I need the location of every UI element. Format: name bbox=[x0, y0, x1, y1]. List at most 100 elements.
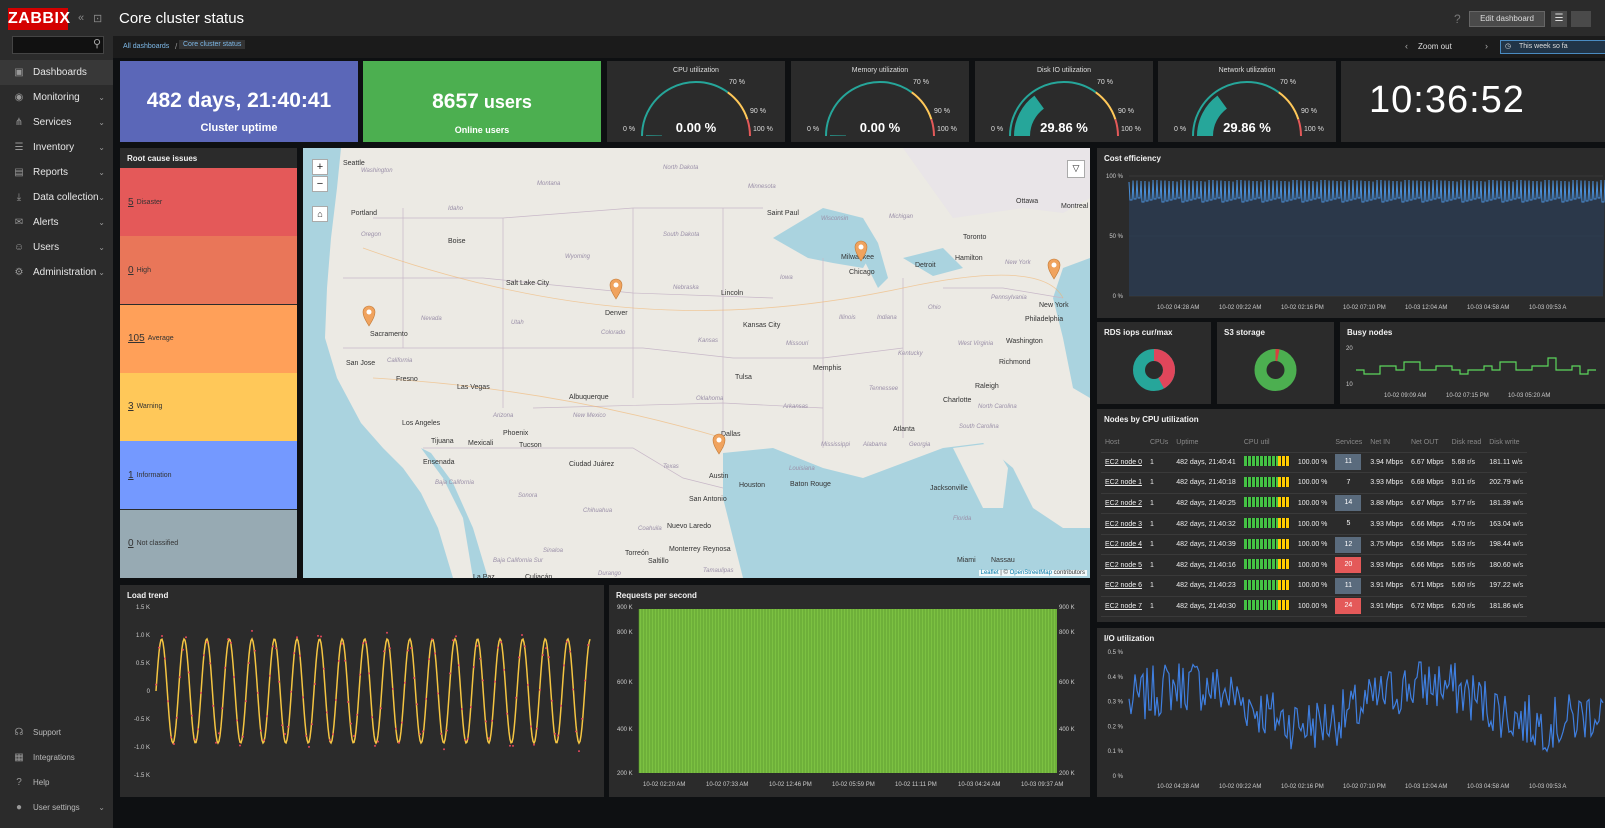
sidebar-item-help[interactable]: ? Help bbox=[0, 770, 113, 795]
severity-count[interactable]: 1 bbox=[128, 470, 134, 481]
map-marker-icon[interactable] bbox=[362, 305, 376, 327]
time-forward-icon[interactable]: › bbox=[1485, 41, 1488, 51]
node-services[interactable]: 5 bbox=[1335, 516, 1361, 532]
column-header[interactable]: Disk read bbox=[1447, 434, 1486, 453]
online-users-tile: 8657 users Online users bbox=[363, 61, 601, 142]
node-host-link[interactable]: EC2 node 2 bbox=[1101, 493, 1146, 515]
map-marker-icon[interactable] bbox=[609, 278, 623, 300]
load-trend-point bbox=[437, 692, 439, 695]
help-icon[interactable]: ? bbox=[1454, 12, 1461, 26]
map-city-label: Memphis bbox=[813, 365, 842, 372]
node-services[interactable]: 14 bbox=[1335, 495, 1362, 512]
sidebar-item-dashboards[interactable]: ▣ Dashboards bbox=[0, 60, 113, 85]
collapse-sidebar-icon[interactable]: « bbox=[78, 12, 84, 24]
node-disk-read: 5.65 r/s bbox=[1447, 554, 1486, 577]
breadcrumb-current[interactable]: Core cluster status bbox=[179, 40, 246, 49]
severity-row-not-classified[interactable]: 0 Not classified bbox=[120, 509, 297, 578]
page-title: Core cluster status bbox=[119, 10, 245, 27]
sidebar-item-user-settings[interactable]: ● User settings ⌄ bbox=[0, 795, 113, 820]
map-state-label: Washington bbox=[361, 168, 393, 174]
column-header[interactable]: Net OUT bbox=[1406, 434, 1448, 453]
severity-row-warning[interactable]: 3 Warning bbox=[120, 372, 297, 441]
chevron-down-icon: ⌄ bbox=[98, 143, 105, 152]
node-services[interactable]: 7 bbox=[1335, 475, 1361, 491]
filter-icon[interactable]: ▽ bbox=[1067, 160, 1085, 178]
node-host-link[interactable]: EC2 node 6 bbox=[1101, 575, 1146, 597]
home-icon[interactable]: ⌂ bbox=[312, 206, 328, 222]
leaflet-link[interactable]: Leaflet bbox=[981, 570, 999, 576]
severity-count[interactable]: 0 bbox=[128, 265, 134, 276]
column-header[interactable]: Disk write bbox=[1485, 434, 1528, 453]
sidebar-item-users[interactable]: ☺ Users ⌄ bbox=[0, 235, 113, 260]
time-back-icon[interactable]: ‹ bbox=[1405, 41, 1408, 51]
dashboard-menu-icon[interactable]: ☰ bbox=[1551, 11, 1567, 27]
kiosk-toggle-button[interactable] bbox=[1571, 11, 1591, 27]
column-header[interactable]: Uptime bbox=[1172, 434, 1240, 453]
severity-count[interactable]: 105 bbox=[128, 333, 145, 344]
map-city-label: Albuquerque bbox=[569, 394, 609, 401]
table-row: EC2 node 2 1 482 days, 21:40:25 100.00 % 14 3… bbox=[1101, 493, 1528, 515]
severity-count[interactable]: 3 bbox=[128, 401, 134, 412]
sidebar-search-input[interactable] bbox=[12, 36, 104, 54]
cpu-util-bar bbox=[1243, 538, 1290, 549]
sidebar-item-integrations[interactable]: ▦ Integrations bbox=[0, 745, 113, 770]
gauge-widget: Disk IO utilization 29.86 % 0 % 100 % 70 % 90… bbox=[975, 61, 1153, 142]
node-host-link[interactable]: EC2 node 7 bbox=[1101, 596, 1146, 618]
column-header[interactable]: Host bbox=[1101, 434, 1146, 453]
column-header[interactable]: CPUs bbox=[1145, 434, 1173, 453]
map-zoom-out-button[interactable]: − bbox=[312, 176, 328, 192]
sidebar-item-administration[interactable]: ⚙ Administration ⌄ bbox=[0, 260, 113, 285]
severity-row-average[interactable]: 105 Average bbox=[120, 304, 297, 373]
breadcrumb-all-dashboards[interactable]: All dashboards bbox=[123, 43, 169, 50]
node-host-link[interactable]: EC2 node 0 bbox=[1101, 452, 1146, 474]
node-net-in: 3.93 Mbps bbox=[1366, 513, 1407, 535]
zoom-out-button[interactable]: Zoom out bbox=[1418, 42, 1452, 51]
table-row: EC2 node 0 1 482 days, 21:40:41 100.00 % 11 3… bbox=[1101, 452, 1528, 474]
table-row: EC2 node 3 1 482 days, 21:40:32 100.00 % 5 3.… bbox=[1101, 513, 1528, 535]
map-state-label: Wyoming bbox=[565, 254, 591, 260]
edit-dashboard-button[interactable]: Edit dashboard bbox=[1469, 11, 1545, 27]
io-x-tick: 10-02 04:28 AM bbox=[1157, 784, 1199, 790]
sidebar-item-data-collection[interactable]: ⤓ Data collection ⌄ bbox=[0, 185, 113, 210]
column-header[interactable]: CPU util bbox=[1239, 434, 1294, 453]
map-marker-icon[interactable] bbox=[1047, 258, 1061, 280]
search-icon[interactable]: ⚲ bbox=[93, 37, 101, 50]
node-host-link[interactable]: EC2 node 1 bbox=[1101, 472, 1146, 494]
load-y-tick: -1.5 K bbox=[134, 773, 150, 779]
sidebar-item-services[interactable]: ⋔ Services ⌄ bbox=[0, 110, 113, 135]
node-host-link[interactable]: EC2 node 4 bbox=[1101, 534, 1146, 556]
time-range-button[interactable]: ◷ This week so fa bbox=[1500, 40, 1605, 54]
map-marker-icon[interactable] bbox=[712, 433, 726, 455]
osm-link[interactable]: OpenStreetMap bbox=[1010, 570, 1052, 576]
sidebar-item-reports[interactable]: ▤ Reports ⌄ bbox=[0, 160, 113, 185]
load-trend-point bbox=[323, 667, 325, 670]
sidebar-item-support[interactable]: ☊ Support bbox=[0, 720, 113, 745]
severity-row-high[interactable]: 0 High bbox=[120, 236, 297, 305]
node-services[interactable]: 24 bbox=[1335, 598, 1362, 615]
map-marker-icon[interactable] bbox=[854, 240, 868, 262]
severity-row-disaster[interactable]: 5 Disaster bbox=[120, 168, 297, 236]
column-header[interactable]: Services bbox=[1331, 434, 1367, 453]
map-city-label: Salt Lake City bbox=[506, 280, 550, 287]
nodes-title: Nodes by CPU utilization bbox=[1104, 415, 1199, 424]
column-header[interactable] bbox=[1293, 434, 1332, 453]
column-header[interactable]: Net IN bbox=[1366, 434, 1407, 453]
load-trend-point bbox=[404, 681, 406, 684]
node-host-link[interactable]: EC2 node 3 bbox=[1101, 513, 1146, 535]
node-services[interactable]: 12 bbox=[1335, 536, 1362, 553]
sidebar-item-inventory[interactable]: ☰ Inventory ⌄ bbox=[0, 135, 113, 160]
sidebar-item-monitoring[interactable]: ◉ Monitoring ⌄ bbox=[0, 85, 113, 110]
map-zoom-in-button[interactable]: + bbox=[312, 159, 328, 175]
node-services[interactable]: 11 bbox=[1335, 454, 1362, 471]
sidebar-item-alerts[interactable]: ✉ Alerts ⌄ bbox=[0, 210, 113, 235]
severity-count[interactable]: 0 bbox=[128, 538, 134, 549]
geomap-widget[interactable]: Washington Oregon Idaho Montana Wyoming Nevad… bbox=[303, 148, 1090, 578]
node-services[interactable]: 11 bbox=[1335, 577, 1362, 594]
severity-count[interactable]: 5 bbox=[128, 197, 134, 208]
kiosk-mode-icon[interactable]: ⊡ bbox=[93, 12, 102, 25]
node-host-link[interactable]: EC2 node 5 bbox=[1101, 554, 1146, 577]
node-services[interactable]: 20 bbox=[1335, 557, 1362, 574]
node-disk-write: 181.39 w/s bbox=[1485, 493, 1528, 515]
severity-row-information[interactable]: 1 Information bbox=[120, 441, 297, 510]
zabbix-logo[interactable]: ZABBIX bbox=[8, 8, 70, 30]
